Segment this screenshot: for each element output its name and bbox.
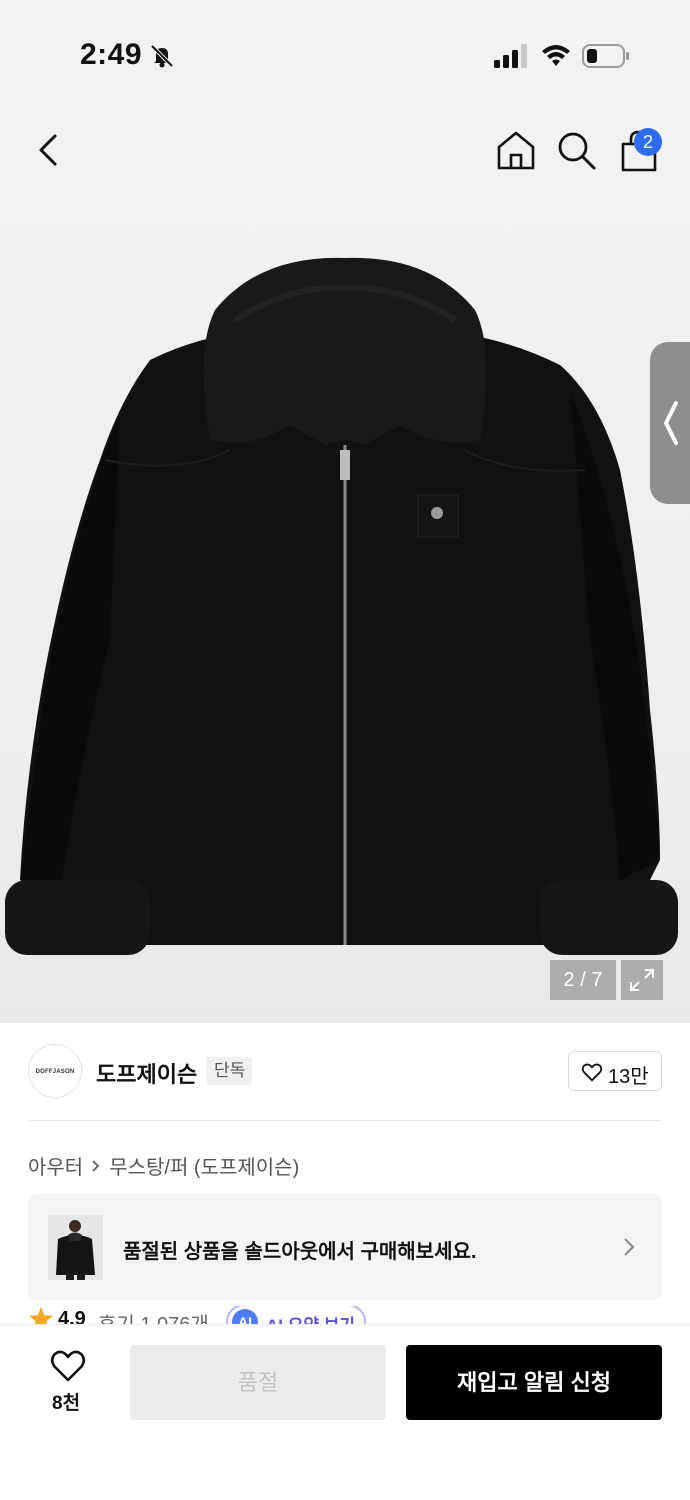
status-time: 2:49 bbox=[80, 38, 143, 71]
wifi-icon bbox=[542, 45, 570, 66]
cellular-signal-icon bbox=[494, 44, 527, 68]
breadcrumb: 아우터 무스탕/퍼 (도프제이슨) bbox=[28, 1151, 299, 1180]
divider bbox=[28, 1120, 662, 1121]
chevron-right-icon bbox=[624, 1238, 635, 1256]
ai-summary-button[interactable]: AI AI 요약 보기 bbox=[226, 1306, 366, 1326]
expand-arrows-icon bbox=[630, 969, 654, 991]
brand-logo[interactable]: DOFFJASON bbox=[28, 1044, 82, 1098]
breadcrumb-item-outer[interactable]: 아우터 bbox=[28, 1151, 83, 1180]
wishlist-count: 8천 bbox=[52, 1393, 81, 1414]
brand-like-count: 13만 bbox=[608, 1066, 649, 1088]
expand-image-button[interactable] bbox=[621, 960, 663, 1000]
breadcrumb-item-category[interactable]: 무스탕/퍼 (도프제이슨) bbox=[109, 1151, 299, 1180]
brand-name[interactable]: 도프제이슨 bbox=[96, 1057, 197, 1089]
soldout-button[interactable]: 품절 bbox=[130, 1345, 386, 1420]
exclusive-tag: 단독 bbox=[207, 1057, 253, 1085]
image-counter: 2 / 7 bbox=[550, 960, 616, 1000]
bell-slash-icon bbox=[150, 44, 174, 68]
product-photo-jacket bbox=[5, 257, 678, 955]
model-thumbnail-image bbox=[48, 1215, 103, 1280]
star-icon bbox=[29, 1307, 53, 1326]
chevron-right-icon bbox=[92, 1159, 100, 1172]
rating-row: 4.9 후기 1,076개 AI AI 요약 보기 bbox=[28, 1306, 662, 1326]
heart-icon[interactable] bbox=[50, 1349, 86, 1383]
status-bar: 2:49 bbox=[0, 0, 690, 110]
brand-like-button[interactable]: 13만 bbox=[568, 1051, 662, 1091]
back-chevron-icon[interactable] bbox=[28, 128, 72, 172]
heart-icon bbox=[581, 1063, 603, 1082]
cart-count-badge: 2 bbox=[634, 128, 662, 156]
home-icon[interactable] bbox=[494, 128, 538, 172]
banner-thumbnail bbox=[48, 1215, 103, 1280]
banner-text: 품절된 상품을 솔드아웃에서 구매해보세요. bbox=[123, 1241, 477, 1263]
chevron-left-icon bbox=[664, 401, 678, 445]
restock-alert-button[interactable]: 재입고 알림 신청 bbox=[406, 1345, 662, 1420]
search-icon[interactable] bbox=[554, 128, 598, 172]
battery-icon bbox=[582, 44, 629, 68]
